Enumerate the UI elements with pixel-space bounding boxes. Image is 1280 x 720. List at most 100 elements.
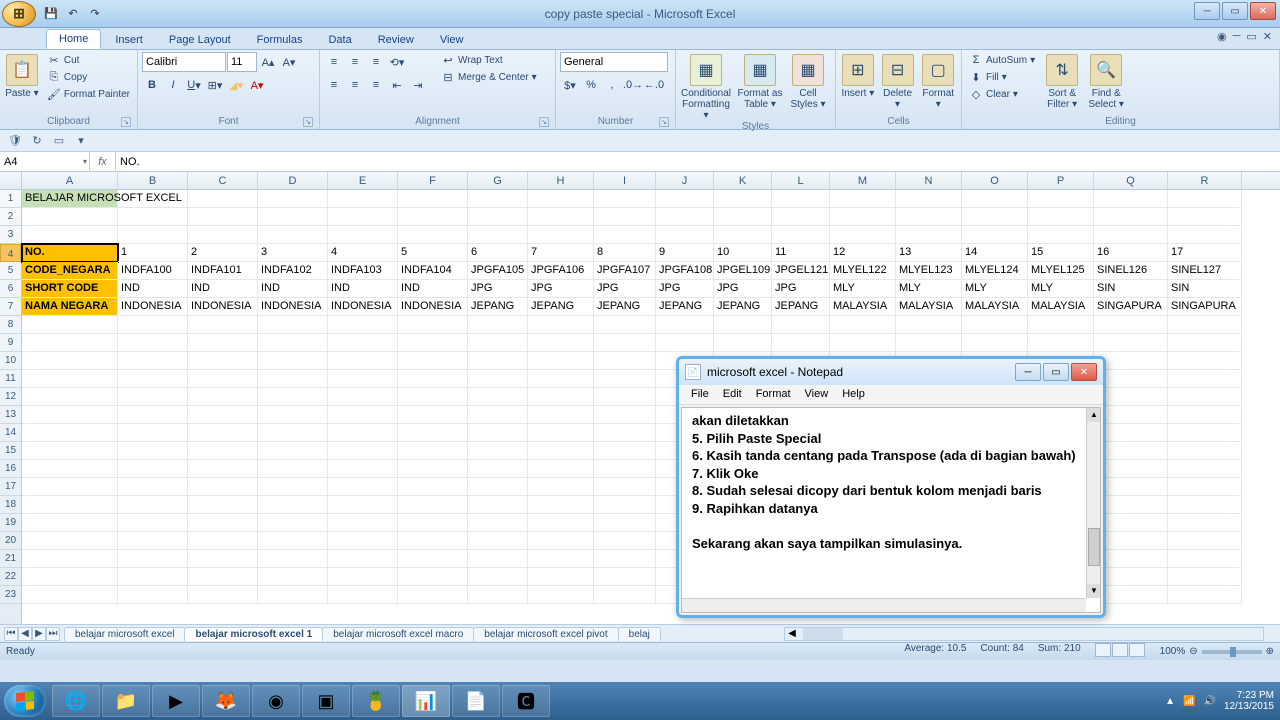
cell-A8[interactable]: [22, 316, 118, 334]
cell-E12[interactable]: [328, 388, 398, 406]
taskbar-excel-icon[interactable]: 📊: [402, 685, 450, 717]
cell-G9[interactable]: [468, 334, 528, 352]
cell-D6[interactable]: IND: [258, 280, 328, 298]
cell-H7[interactable]: JEPANG: [528, 298, 594, 316]
cell-H6[interactable]: JPG: [528, 280, 594, 298]
cell-I21[interactable]: [594, 550, 656, 568]
cell-F5[interactable]: INDFA104: [398, 262, 468, 280]
row-header-11[interactable]: 11: [0, 370, 21, 388]
tray-volume-icon[interactable]: 🔊: [1203, 696, 1215, 707]
cell-M4[interactable]: 12: [830, 244, 896, 262]
cell-H20[interactable]: [528, 532, 594, 550]
cell-E18[interactable]: [328, 496, 398, 514]
horizontal-scrollbar[interactable]: ◀: [784, 627, 1264, 641]
cell-I4[interactable]: 8: [594, 244, 656, 262]
cell-R10[interactable]: [1168, 352, 1242, 370]
cell-I15[interactable]: [594, 442, 656, 460]
grow-font-icon[interactable]: A▴: [258, 52, 278, 72]
cell-E21[interactable]: [328, 550, 398, 568]
cell-F12[interactable]: [398, 388, 468, 406]
taskbar-media-icon[interactable]: ▶: [152, 685, 200, 717]
cell-H19[interactable]: [528, 514, 594, 532]
cell-O7[interactable]: MALAYSIA: [962, 298, 1028, 316]
cell-J9[interactable]: [656, 334, 714, 352]
cell-R19[interactable]: [1168, 514, 1242, 532]
cell-P4[interactable]: 15: [1028, 244, 1094, 262]
cell-P5[interactable]: MLYEL125: [1028, 262, 1094, 280]
cell-I22[interactable]: [594, 568, 656, 586]
cell-B18[interactable]: [118, 496, 188, 514]
row-header-21[interactable]: 21: [0, 550, 21, 568]
cell-D23[interactable]: [258, 586, 328, 604]
taskbar-camtasia-icon[interactable]: 🅲: [502, 685, 550, 717]
cell-G19[interactable]: [468, 514, 528, 532]
cell-L2[interactable]: [772, 208, 830, 226]
sheet-prev-icon[interactable]: ◀: [18, 627, 32, 641]
cell-E2[interactable]: [328, 208, 398, 226]
cell-Q6[interactable]: SIN: [1094, 280, 1168, 298]
cell-D13[interactable]: [258, 406, 328, 424]
cell-M1[interactable]: [830, 190, 896, 208]
cell-N7[interactable]: MALAYSIA: [896, 298, 962, 316]
cell-F4[interactable]: 5: [398, 244, 468, 262]
cell-R8[interactable]: [1168, 316, 1242, 334]
cell-H14[interactable]: [528, 424, 594, 442]
col-header-G[interactable]: G: [468, 172, 528, 189]
redo-icon[interactable]: ↷: [86, 5, 104, 23]
cell-D5[interactable]: INDFA102: [258, 262, 328, 280]
cell-K6[interactable]: JPG: [714, 280, 772, 298]
cell-E8[interactable]: [328, 316, 398, 334]
cell-E23[interactable]: [328, 586, 398, 604]
cell-G2[interactable]: [468, 208, 528, 226]
scroll-left-icon[interactable]: ◀: [785, 628, 799, 640]
cell-A21[interactable]: [22, 550, 118, 568]
number-format-select[interactable]: [560, 52, 668, 72]
cell-M9[interactable]: [830, 334, 896, 352]
notepad-window[interactable]: 📄 microsoft excel - Notepad ─ ▭ ✕ FileEd…: [676, 356, 1106, 618]
cell-I23[interactable]: [594, 586, 656, 604]
cell-K1[interactable]: [714, 190, 772, 208]
col-header-A[interactable]: A: [22, 172, 118, 189]
cell-A7[interactable]: NAMA NEGARA: [22, 298, 118, 316]
cell-I19[interactable]: [594, 514, 656, 532]
cell-G21[interactable]: [468, 550, 528, 568]
cell-F13[interactable]: [398, 406, 468, 424]
cell-P2[interactable]: [1028, 208, 1094, 226]
cell-I10[interactable]: [594, 352, 656, 370]
cell-M8[interactable]: [830, 316, 896, 334]
cell-B8[interactable]: [118, 316, 188, 334]
cell-F11[interactable]: [398, 370, 468, 388]
cell-I9[interactable]: [594, 334, 656, 352]
cell-R12[interactable]: [1168, 388, 1242, 406]
cell-O1[interactable]: [962, 190, 1028, 208]
cell-C22[interactable]: [188, 568, 258, 586]
cell-A17[interactable]: [22, 478, 118, 496]
cell-B11[interactable]: [118, 370, 188, 388]
doc-restore-icon[interactable]: ▭: [1246, 30, 1256, 43]
row-header-22[interactable]: 22: [0, 568, 21, 586]
cell-H12[interactable]: [528, 388, 594, 406]
cell-R16[interactable]: [1168, 460, 1242, 478]
cell-P3[interactable]: [1028, 226, 1094, 244]
row-header-8[interactable]: 8: [0, 316, 21, 334]
cell-A3[interactable]: [22, 226, 118, 244]
cell-J3[interactable]: [656, 226, 714, 244]
cell-K2[interactable]: [714, 208, 772, 226]
cell-G3[interactable]: [468, 226, 528, 244]
outdent-icon[interactable]: ⇤: [387, 75, 407, 95]
cell-F1[interactable]: [398, 190, 468, 208]
cell-R3[interactable]: [1168, 226, 1242, 244]
notepad-menu-view[interactable]: View: [799, 387, 835, 402]
autosum-button[interactable]: ΣAutoSum ▾: [966, 52, 1038, 68]
alignment-launcher[interactable]: ↘: [539, 117, 549, 127]
cell-C12[interactable]: [188, 388, 258, 406]
cell-D11[interactable]: [258, 370, 328, 388]
fill-color-button[interactable]: ◢▾: [226, 75, 246, 95]
cell-N4[interactable]: 13: [896, 244, 962, 262]
view-buttons[interactable]: [1095, 643, 1146, 660]
row-header-17[interactable]: 17: [0, 478, 21, 496]
row-header-14[interactable]: 14: [0, 424, 21, 442]
cell-E5[interactable]: INDFA103: [328, 262, 398, 280]
percent-icon[interactable]: %: [581, 75, 601, 95]
name-box[interactable]: A4▾: [0, 152, 90, 171]
